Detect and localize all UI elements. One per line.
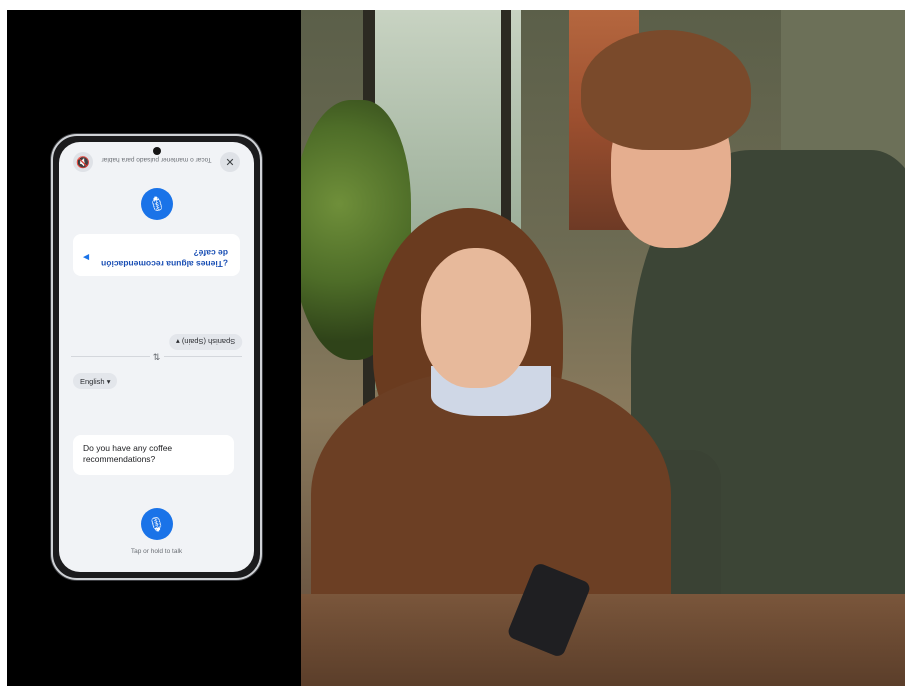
top-tap-hint: Tocar o mantener pulsado para hablar	[101, 156, 212, 163]
translated-text: ¿Tienes alguna recomendación de café?	[101, 247, 228, 269]
bottom-microphone-button[interactable]: 🎙	[140, 508, 173, 540]
source-text: Do you have any coffee recommendations?	[83, 443, 173, 465]
chevron-down-icon: ▾	[104, 376, 111, 386]
ad-frame: 🔇 Tocar o mantener pulsado para hablar ✕…	[7, 10, 905, 686]
man-hair	[581, 30, 751, 150]
speaker-muted-icon[interactable]: 🔇	[73, 152, 93, 172]
top-bar: 🔇 Tocar o mantener pulsado para hablar ✕	[59, 142, 254, 184]
cafe-photo	[301, 10, 905, 686]
chevron-down-icon: ▾	[175, 337, 182, 347]
source-language-label: English	[80, 376, 105, 386]
source-bubble: Do you have any coffee recommendations?	[73, 435, 234, 475]
swap-vertical-icon[interactable]: ⇅	[149, 350, 164, 364]
wooden-table	[301, 594, 905, 686]
top-microphone-button[interactable]: 🎙	[140, 188, 173, 220]
bottom-tap-hint: Tap or hold to talk	[130, 548, 183, 555]
phone-mockup: 🔇 Tocar o mantener pulsado para hablar ✕…	[51, 134, 262, 580]
speaker-play-icon[interactable]: ▶	[83, 252, 89, 262]
translator-screen: 🔇 Tocar o mantener pulsado para hablar ✕…	[59, 142, 254, 572]
woman-face	[421, 248, 531, 388]
target-language-selector[interactable]: Spanish (Spain) ▾	[168, 334, 242, 350]
microphone-icon: 🎙	[147, 515, 166, 532]
microphone-icon: 🎙	[147, 196, 166, 213]
target-language-label: Spanish (Spain)	[181, 337, 235, 347]
translated-bubble: ¿Tienes alguna recomendación de café? ▶	[73, 234, 240, 276]
source-language-selector[interactable]: English ▾	[73, 373, 118, 389]
close-icon[interactable]: ✕	[220, 152, 240, 172]
